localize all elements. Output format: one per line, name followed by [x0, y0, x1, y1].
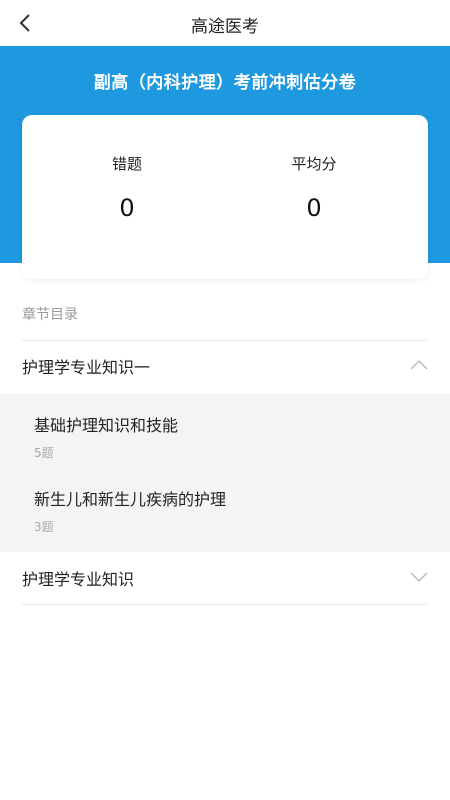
divider	[22, 604, 428, 605]
average-score-label: 平均分	[291, 155, 337, 173]
list-item[interactable]: 基础护理知识和技能 5题	[34, 412, 414, 461]
chapter-row[interactable]: 护理学专业知识一	[0, 340, 450, 390]
wrong-questions-label: 错题	[111, 155, 142, 173]
chevron-down-icon	[410, 572, 428, 583]
exam-title: 副高（内科护理）考前冲刺估分卷	[93, 73, 357, 93]
chapter-sub-list: 基础护理知识和技能 5题 新生儿和新生儿疾病的护理 3题	[0, 394, 450, 552]
question-count: 5题	[34, 446, 54, 460]
chapter-name: 护理学专业知识一	[22, 358, 151, 377]
chapter-row[interactable]: 护理学专业知识	[0, 552, 450, 602]
average-score-stat: 平均分 0	[254, 153, 374, 222]
chapter-directory-label: 章节目录	[22, 307, 78, 323]
page-title: 高途医考	[191, 17, 259, 37]
top-nav-bar: 高途医考	[0, 0, 450, 46]
question-count: 3题	[34, 520, 54, 534]
wrong-questions-value: 0	[119, 194, 135, 222]
stats-card: 错题 0 平均分 0	[22, 115, 428, 279]
section-name: 新生儿和新生儿疾病的护理	[34, 490, 227, 509]
section-name: 基础护理知识和技能	[34, 416, 179, 435]
chapter-name: 护理学专业知识	[22, 570, 135, 589]
wrong-questions-stat[interactable]: 错题 0	[67, 153, 187, 222]
average-score-value: 0	[306, 194, 322, 222]
chevron-up-icon	[410, 359, 428, 370]
list-item[interactable]: 新生儿和新生儿疾病的护理 3题	[34, 486, 414, 535]
